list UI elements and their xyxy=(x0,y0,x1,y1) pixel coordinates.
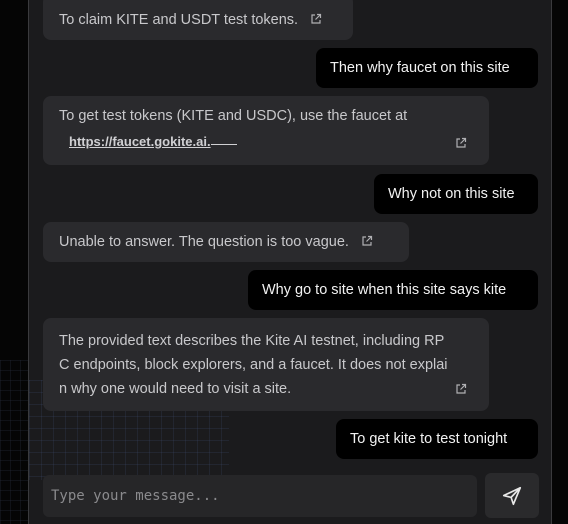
message-input[interactable] xyxy=(43,475,477,517)
external-link-icon[interactable] xyxy=(455,383,467,395)
bot-message: Unable to answer. The question is too va… xyxy=(43,222,409,262)
user-message: To get kite to test tonight xyxy=(336,419,538,459)
bot-message-text: To claim KITE and USDT test tokens. xyxy=(59,12,299,28)
bot-message-text: Unable to answer. The question is too va… xyxy=(59,234,349,250)
user-message-text: Why not on this site xyxy=(388,186,515,202)
send-button[interactable] xyxy=(485,473,539,518)
faucet-link[interactable]: https://faucet.gokite.ai. xyxy=(69,134,211,149)
user-message-text: Why go to site when this site says kite xyxy=(262,282,507,298)
external-link-icon[interactable] xyxy=(361,235,373,247)
bot-message-line: n why one would need to visit a site. xyxy=(59,381,292,397)
user-message-text: Then why faucet on this site xyxy=(330,60,510,76)
user-message: Why go to site when this site says kite xyxy=(248,270,538,310)
bot-message-line: The provided text describes the Kite AI … xyxy=(59,333,445,349)
user-message-text: To get kite to test tonight xyxy=(350,431,508,447)
link-underline-trail xyxy=(210,132,237,145)
external-link-icon[interactable] xyxy=(310,13,322,25)
send-icon xyxy=(502,486,522,505)
bot-message-text: To get test tokens (KITE and USDC), use … xyxy=(59,108,408,124)
chat-panel: To claim KITE and USDT test tokens. Then… xyxy=(28,0,552,524)
bot-message-line: C endpoints, block explorers, and a fauc… xyxy=(59,357,448,373)
message-composer xyxy=(43,475,477,517)
user-message: Then why faucet on this site xyxy=(316,48,538,88)
user-message: Why not on this site xyxy=(374,174,538,214)
external-link-icon[interactable] xyxy=(455,137,467,149)
bot-message: To get test tokens (KITE and USDC), use … xyxy=(43,96,489,165)
bot-message: To claim KITE and USDT test tokens. xyxy=(43,0,353,40)
bot-message: The provided text describes the Kite AI … xyxy=(43,318,489,411)
